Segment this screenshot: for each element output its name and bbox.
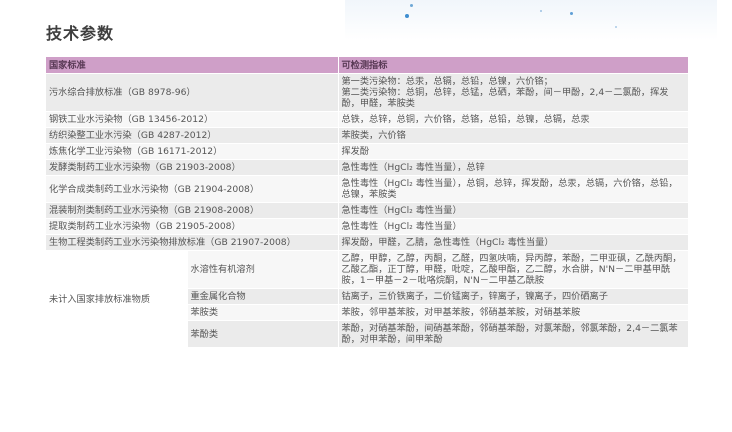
- standard-cell: 混装制剂类制药工业水污染物（GB 21908-2008）: [46, 202, 339, 219]
- header-standard: 国家标准: [46, 57, 339, 74]
- table-row: 炼焦化学工业污染物（GB 16171-2012） 挥发酚: [46, 143, 689, 160]
- category-cell: 苯酚类: [187, 320, 339, 348]
- group-label-cell: 未计入国家排放标准物质: [46, 250, 188, 348]
- table-row: 纺织染整工业水污染（GB 4287-2012） 苯胺类，六价铬: [46, 127, 689, 144]
- decor-dot: [570, 12, 573, 15]
- standard-cell: 发酵类制药工业水污染物（GB 21903-2008）: [46, 159, 339, 176]
- table-row: 污水综合排放标准（GB 8978-96） 第一类污染物：总汞，总镉，总铅，总镍，…: [46, 73, 689, 112]
- indicator-cell: 急性毒性（HgCl₂ 毒性当量）: [338, 202, 689, 219]
- indicator-cell: 钴离子，三价铁离子，二价锰离子，锌离子，镍离子，四价硒离子: [338, 288, 689, 305]
- standard-cell: 提取类制药工业水污染物（GB 21905-2008）: [46, 218, 339, 235]
- category-cell: 苯胺类: [187, 304, 339, 321]
- table-row: 发酵类制药工业水污染物（GB 21903-2008） 急性毒性（HgCl₂ 毒性…: [46, 159, 689, 176]
- standard-cell: 生物工程类制药工业水污染物排放标准（GB 21907-2008）: [46, 234, 339, 251]
- indicator-cell: 第一类污染物：总汞，总镉，总铅，总镍，六价铬； 第二类污染物：总铜，总锌，总锰，…: [338, 73, 689, 112]
- decor-dot: [540, 10, 542, 12]
- indicator-cell: 苯胺类，六价铬: [338, 127, 689, 144]
- standard-cell: 炼焦化学工业污染物（GB 16171-2012）: [46, 143, 339, 160]
- indicator-cell: 苯酚，对硝基苯酚，间硝基苯酚，邻硝基苯酚，对氯苯酚，邻氯苯酚，2,4－二氯苯酚，…: [338, 320, 689, 348]
- standard-cell: 化学合成类制药工业水污染物（GB 21904-2008）: [46, 175, 339, 203]
- indicator-cell: 急性毒性（HgCl₂ 毒性当量）: [338, 218, 689, 235]
- header-indicators: 可检测指标: [338, 57, 689, 74]
- decor-dot: [410, 4, 413, 7]
- category-cell: 水溶性有机溶剂: [187, 250, 339, 289]
- table-row: 未计入国家排放标准物质 水溶性有机溶剂 乙醇，甲醇，乙醇，丙酮，乙醛，四氢呋喃，…: [46, 250, 689, 348]
- standard-cell: 纺织染整工业水污染（GB 4287-2012）: [46, 127, 339, 144]
- indicator-cell: 乙醇，甲醇，乙醇，丙酮，乙醛，四氢呋喃，异丙醇，苯酚，二甲亚砜，乙酰丙酮，乙酸乙…: [338, 250, 689, 289]
- table-row: 化学合成类制药工业水污染物（GB 21904-2008） 急性毒性（HgCl₂ …: [46, 175, 689, 203]
- decor-dot: [615, 26, 617, 28]
- standard-cell: 污水综合排放标准（GB 8978-96）: [46, 73, 339, 112]
- decor-dot: [405, 14, 409, 18]
- indicator-cell: 总铁，总锌，总铜，六价铬，总铬，总铅，总镍，总镉，总汞: [338, 111, 689, 128]
- indicator-cell: 挥发酚，甲醛，乙腈，急性毒性（HgCl₂ 毒性当量）: [338, 234, 689, 251]
- indicator-cell: 挥发酚: [338, 143, 689, 160]
- indicator-cell: 急性毒性（HgCl₂ 毒性当量），总铜，总锌，挥发酚，总汞，总镉，六价铬，总铅，…: [338, 175, 689, 203]
- indicator-cell: 苯胺，邻甲基苯胺，对甲基苯胺，邻硝基苯胺，对硝基苯胺: [338, 304, 689, 321]
- spec-table: 国家标准 可检测指标 污水综合排放标准（GB 8978-96） 第一类污染物：总…: [46, 57, 689, 348]
- table-row: 生物工程类制药工业水污染物排放标准（GB 21907-2008） 挥发酚，甲醛，…: [46, 234, 689, 251]
- table-row: 提取类制药工业水污染物（GB 21905-2008） 急性毒性（HgCl₂ 毒性…: [46, 218, 689, 235]
- header-decoration: [345, 0, 717, 40]
- table-row: 混装制剂类制药工业水污染物（GB 21908-2008） 急性毒性（HgCl₂ …: [46, 202, 689, 219]
- standard-cell: 钢铁工业水污染物（GB 13456-2012）: [46, 111, 339, 128]
- category-cell: 重金属化合物: [187, 288, 339, 305]
- table-header-row: 国家标准 可检测指标: [46, 57, 689, 74]
- page-title: 技术参数: [46, 24, 115, 43]
- table-row: 钢铁工业水污染物（GB 13456-2012） 总铁，总锌，总铜，六价铬，总铬，…: [46, 111, 689, 128]
- indicator-cell: 急性毒性（HgCl₂ 毒性当量），总锌: [338, 159, 689, 176]
